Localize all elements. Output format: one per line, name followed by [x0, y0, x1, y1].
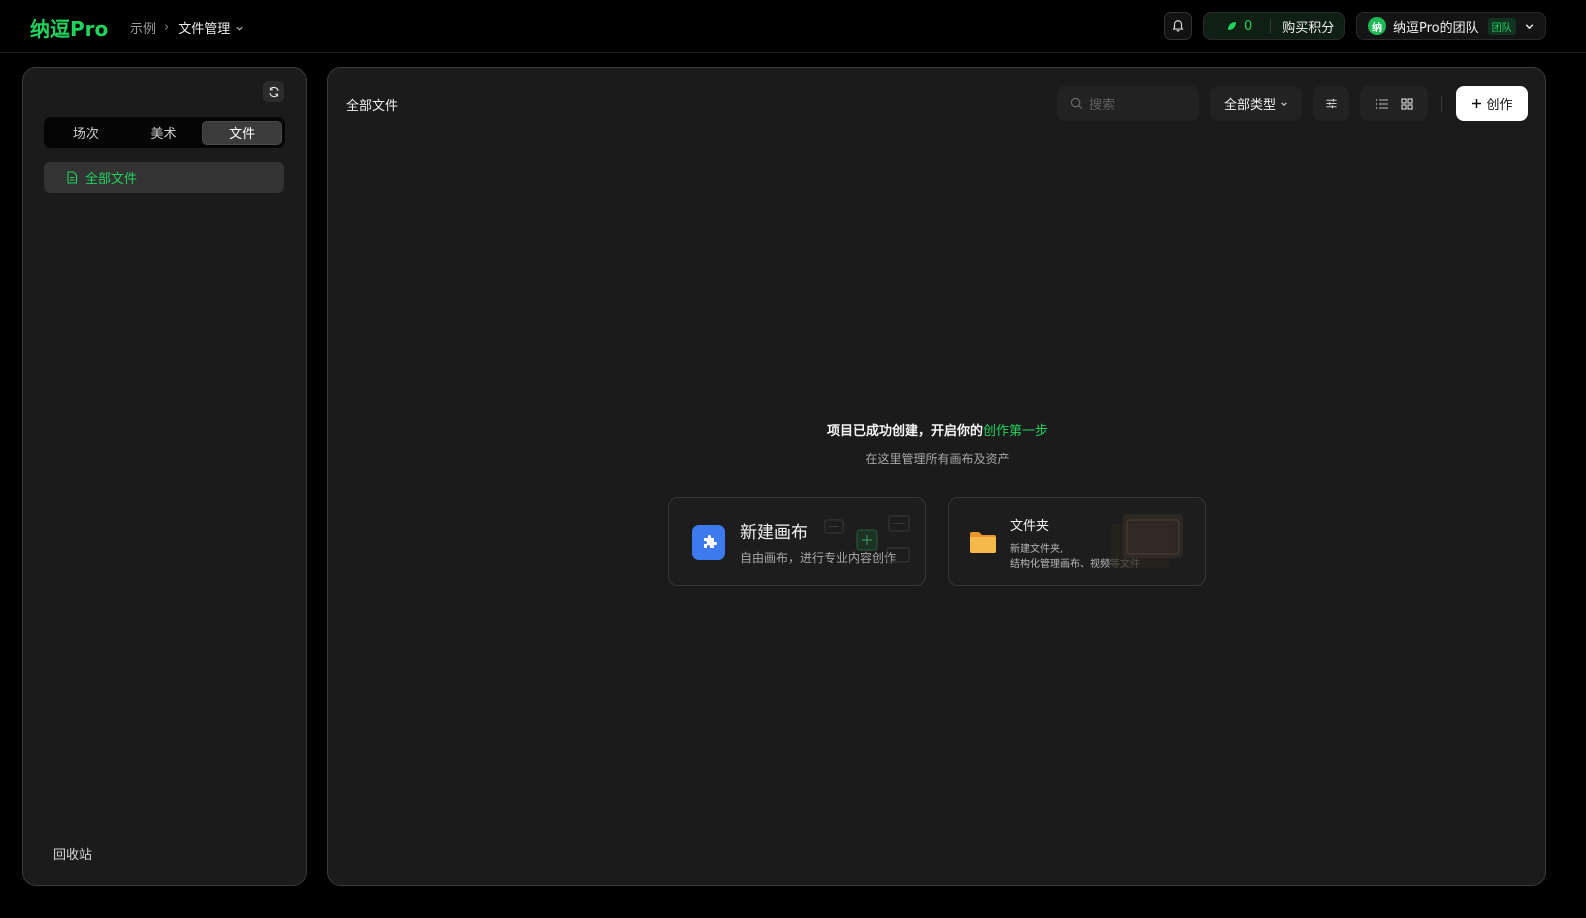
breadcrumb-current[interactable]: 文件管理 [178, 18, 244, 37]
grid-view-icon[interactable] [1401, 97, 1413, 110]
points-count: 0 [1244, 18, 1253, 34]
folder-decoration-icon [1111, 514, 1183, 568]
card-description-line1: 新建文件夹, [1010, 544, 1064, 555]
sidebar: 场次 美术 文件 全部文件 回收站 [22, 67, 307, 886]
type-filter-label: 全部类型 [1223, 98, 1276, 113]
points-divider [1270, 19, 1272, 33]
file-icon [67, 171, 78, 184]
canvas-icon [692, 525, 725, 560]
sidebar-tabs: 场次 美术 文件 [44, 117, 285, 148]
search-placeholder: 搜索 [1089, 98, 1116, 113]
tab-scenes[interactable]: 场次 [47, 121, 125, 145]
empty-title-highlight: 创作第一步 [983, 424, 1049, 439]
tab-files[interactable]: 文件 [202, 120, 283, 145]
team-switcher[interactable]: 纳 纳逗Pro的团队 团队 [1356, 12, 1546, 40]
search-input[interactable]: 搜索 [1057, 86, 1199, 121]
canvas-decoration-icon [824, 515, 910, 563]
top-bar: 纳逗Pro 示例 › 文件管理 0 购买积分 纳 纳逗Pro的团队 团队 [0, 0, 1586, 53]
buy-points-button[interactable]: 购买积分 [1282, 17, 1334, 36]
breadcrumb: 示例 › 文件管理 [130, 18, 244, 37]
team-name: 纳逗Pro的团队 [1393, 20, 1479, 36]
refresh-icon [268, 86, 279, 97]
team-badge: 团队 [1487, 17, 1516, 35]
list-view-icon[interactable] [1375, 98, 1389, 110]
filter-settings-button[interactable] [1313, 86, 1349, 121]
new-folder-card[interactable]: 文件夹 新建文件夹, 结构化管理画布、视频等文件 [948, 497, 1206, 586]
leaf-icon [1226, 20, 1238, 32]
breadcrumb-current-label: 文件管理 [178, 22, 231, 37]
bell-icon [1172, 20, 1184, 32]
page-title: 全部文件 [346, 99, 399, 114]
main-panel: 全部文件 搜索 全部类型 创作 项目已成功创建，开启你的创作第一步 在这里管理所… [327, 67, 1546, 886]
empty-state-subtitle: 在这里管理所有画布及资产 [865, 452, 1010, 466]
tab-art[interactable]: 美术 [125, 121, 203, 145]
breadcrumb-root[interactable]: 示例 [130, 18, 156, 37]
card-title: 文件夹 [1010, 519, 1050, 534]
app-logo[interactable]: 纳逗Pro [30, 13, 108, 42]
chevron-right-icon: › [164, 20, 170, 35]
refresh-button[interactable] [263, 81, 284, 102]
points-widget[interactable]: 0 购买积分 [1203, 12, 1345, 40]
create-button-label: 创作 [1486, 98, 1513, 113]
sidebar-item-all-files[interactable]: 全部文件 [44, 162, 284, 193]
notification-button[interactable] [1164, 12, 1192, 40]
new-canvas-card[interactable]: 新建画布 自由画布，进行专业内容创作 [668, 497, 926, 586]
trash-link[interactable]: 回收站 [53, 844, 92, 863]
create-button[interactable]: 创作 [1456, 86, 1528, 121]
plus-icon [1472, 99, 1482, 108]
toolbar-divider [1441, 96, 1442, 112]
sliders-icon [1325, 98, 1337, 109]
search-icon [1070, 97, 1083, 110]
type-filter-dropdown[interactable]: 全部类型 [1210, 86, 1302, 121]
folder-icon [970, 532, 996, 553]
view-toggle [1360, 86, 1428, 121]
chevron-down-icon [236, 26, 243, 31]
empty-state-title: 项目已成功创建，开启你的创作第一步 [328, 420, 1547, 439]
sidebar-item-label: 全部文件 [85, 172, 138, 187]
team-avatar: 纳 [1368, 17, 1386, 35]
chevron-down-icon [1524, 21, 1535, 32]
card-title: 新建画布 [740, 523, 808, 543]
empty-title-prefix: 项目已成功创建，开启你的 [826, 424, 983, 439]
chevron-down-icon [1281, 101, 1287, 106]
